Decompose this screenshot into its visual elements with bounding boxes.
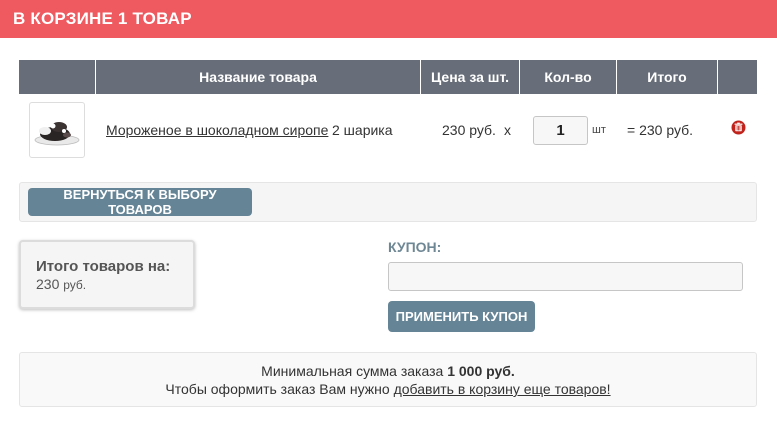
product-thumbnail[interactable] bbox=[29, 102, 85, 158]
product-name-link[interactable]: Мороженое в шоколадном сиропе bbox=[106, 122, 328, 138]
back-to-products-button[interactable]: ВЕРНУТЬСЯ К ВЫБОРУ ТОВАРОВ bbox=[28, 187, 252, 217]
unit-price: 230 руб. bbox=[442, 122, 496, 138]
quantity-input[interactable] bbox=[533, 116, 588, 145]
table-row: Мороженое в шоколадном сиропе 2 шарика 2… bbox=[19, 60, 757, 160]
summary-label: Итого товаров на: bbox=[36, 258, 171, 275]
times-sign: x bbox=[504, 122, 511, 138]
coupon-label: КУПОН: bbox=[388, 239, 442, 255]
quantity-unit: шт bbox=[592, 124, 606, 136]
product-variant: 2 шарика bbox=[332, 122, 393, 138]
cart-header: В КОРЗИНЕ 1 ТОВАР bbox=[0, 0, 777, 38]
back-bar: ВЕРНУТЬСЯ К ВЫБОРУ ТОВАРОВ bbox=[19, 182, 757, 222]
ice-cream-dessert-image bbox=[34, 122, 80, 146]
coupon-input[interactable] bbox=[388, 262, 743, 291]
summary-amount: 230 руб. bbox=[36, 276, 193, 292]
min-order-text: Минимальная сумма заказа bbox=[261, 363, 448, 379]
trash-icon[interactable] bbox=[731, 120, 746, 140]
min-order-line: Минимальная сумма заказа 1 000 руб. bbox=[20, 362, 756, 380]
add-more-text: Чтобы оформить заказ Вам нужно bbox=[165, 381, 394, 397]
cart-title: В КОРЗИНЕ 1 ТОВАР bbox=[13, 9, 192, 28]
add-more-line: Чтобы оформить заказ Вам нужно добавить … bbox=[20, 380, 756, 398]
apply-coupon-button[interactable]: ПРИМЕНИТЬ КУПОН bbox=[388, 301, 535, 332]
add-more-products-link[interactable]: добавить в корзину еще товаров! bbox=[394, 381, 611, 397]
min-order-amount: 1 000 руб. bbox=[447, 363, 515, 379]
summary-currency: руб. bbox=[63, 278, 87, 292]
line-total: = 230 руб. bbox=[627, 122, 694, 138]
order-summary: Итого товаров на: 230 руб. bbox=[19, 240, 195, 309]
summary-amount-value: 230 bbox=[36, 276, 60, 292]
min-order-notice: Минимальная сумма заказа 1 000 руб. Чтоб… bbox=[19, 352, 757, 407]
